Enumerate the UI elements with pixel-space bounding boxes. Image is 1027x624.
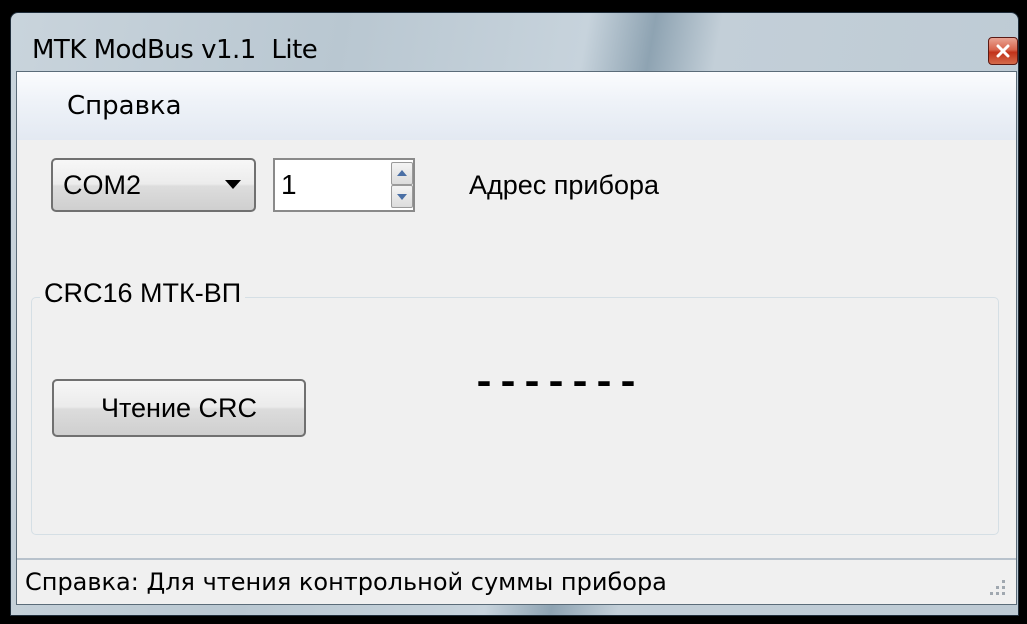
close-button[interactable] [988,37,1018,65]
resize-grip-icon[interactable] [986,576,1008,598]
address-stepper[interactable] [273,158,415,212]
read-crc-button[interactable]: Чтение CRC [52,379,306,437]
menu-bar: Справка [17,72,1016,140]
status-bar: Справка: Для чтения контрольной суммы пр… [17,558,1016,604]
address-label: Адрес прибора [469,170,660,200]
crc-value: ------- [472,362,641,407]
port-select-value: COM2 [63,170,142,200]
stepper-down-button[interactable] [391,185,413,208]
status-text: Справка: Для чтения контрольной суммы пр… [25,568,667,596]
chevron-down-icon [225,180,241,189]
address-input[interactable] [281,166,381,204]
arrow-up-icon [397,170,407,176]
port-select[interactable]: COM2 [51,158,256,212]
window-title: MTK ModBus v1.1 Lite [32,35,318,65]
crc-group-title: CRC16 МТК-ВП [40,278,246,309]
client-area: Справка COM2 Адрес прибора CRC16 МТК-ВП … [16,71,1017,605]
crc-groupbox: CRC16 МТК-ВП Чтение CRC ------- [31,278,999,535]
stepper-up-button[interactable] [391,162,413,185]
close-icon [996,44,1010,58]
menu-item-help[interactable]: Справка [55,88,194,124]
arrow-down-icon [397,194,407,200]
